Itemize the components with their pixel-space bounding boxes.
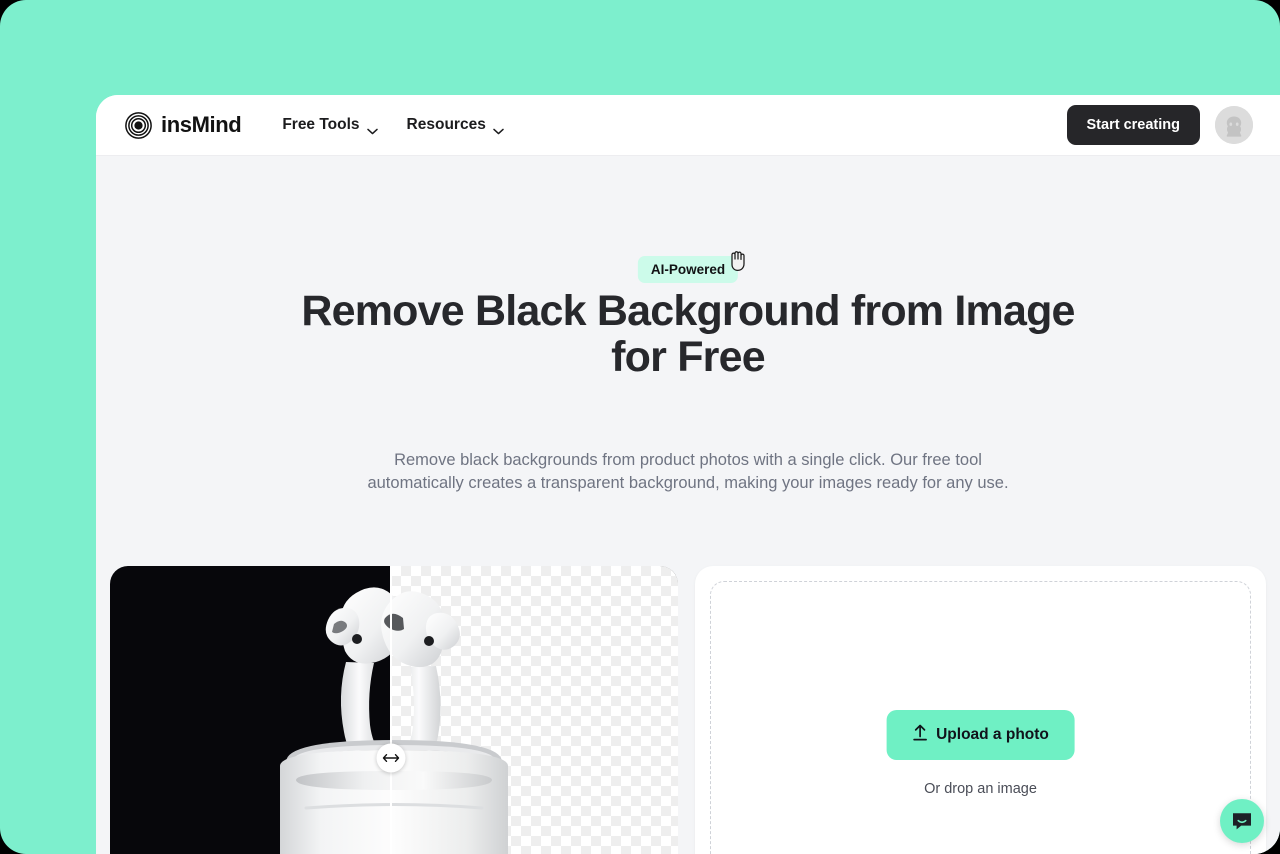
- chevron-down-icon: [493, 122, 504, 134]
- nav-item-free-tools[interactable]: Free Tools: [282, 116, 378, 134]
- nav-item-label: Resources: [406, 116, 486, 133]
- primary-nav: Free Tools Resources: [282, 116, 504, 134]
- left-right-arrow-icon: [382, 754, 400, 762]
- airpods-product-image: [110, 566, 678, 854]
- screenshot-viewport: insMind Free Tools Resources Start creat…: [0, 0, 1280, 854]
- ai-powered-badge: AI-Powered: [637, 256, 739, 283]
- concentric-rings-icon: [125, 111, 152, 139]
- app-window: insMind Free Tools Resources Start creat…: [96, 95, 1280, 854]
- upload-arrow-icon: [912, 724, 927, 746]
- upload-photo-label: Upload a photo: [936, 726, 1049, 743]
- header-actions: Start creating: [1066, 105, 1253, 145]
- before-after-comparison[interactable]: Before After: [110, 566, 678, 854]
- start-creating-button[interactable]: Start creating: [1066, 105, 1200, 145]
- brand-logo[interactable]: insMind: [125, 111, 242, 139]
- comparison-divider-line: [390, 566, 392, 854]
- nav-item-label: Free Tools: [282, 116, 360, 133]
- comparison-slider-handle[interactable]: [376, 743, 406, 773]
- github-octocat-avatar-icon: [1215, 106, 1253, 144]
- upload-photo-button[interactable]: Upload a photo: [886, 710, 1075, 760]
- page-title: Remove Black Background from Image for F…: [301, 287, 1075, 381]
- nav-item-resources[interactable]: Resources: [407, 116, 504, 134]
- site-header: insMind Free Tools Resources Start creat…: [96, 95, 1280, 156]
- user-avatar[interactable]: [1215, 106, 1253, 144]
- upload-panel: Upload a photo Or drop an image Try with…: [695, 566, 1266, 854]
- page-subtitle: Remove black backgrounds from product ph…: [367, 451, 1009, 492]
- brand-name: insMind: [161, 112, 242, 137]
- hero-section: AI-Powered Remove Black Background from …: [96, 156, 1280, 854]
- chat-bubble-smile-icon: [1233, 813, 1251, 830]
- chevron-down-icon: [366, 122, 378, 134]
- page-background: insMind Free Tools Resources Start creat…: [0, 0, 1280, 854]
- chat-launcher-button[interactable]: [1220, 799, 1264, 843]
- drop-hint-text: Or drop an image: [924, 781, 1037, 797]
